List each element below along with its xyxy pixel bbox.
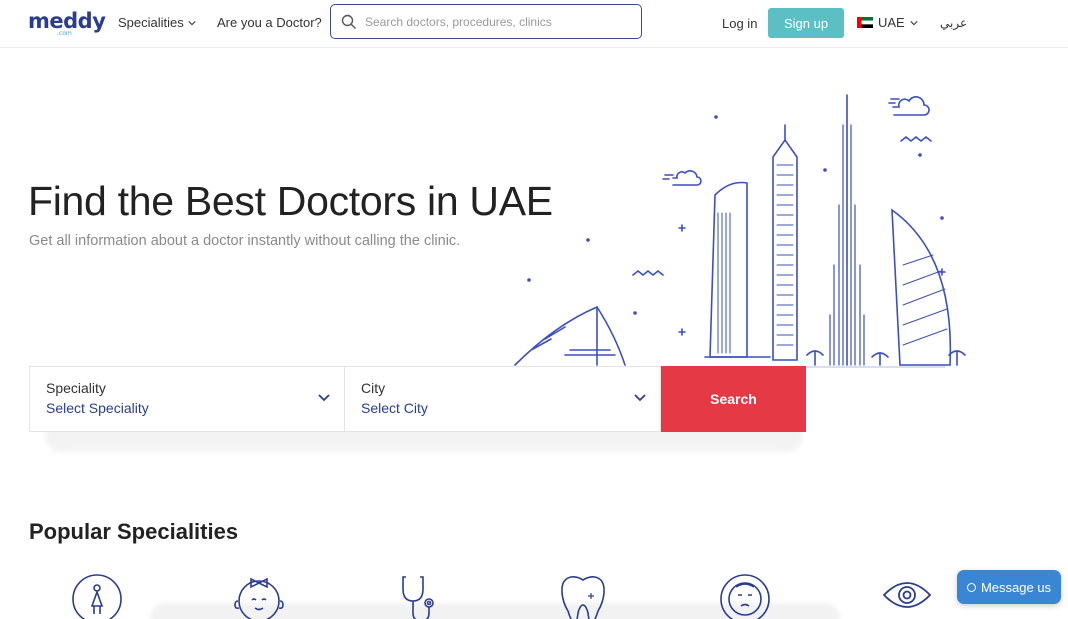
city-value: Select City — [361, 400, 428, 416]
popular-specialities-title: Popular Specialities — [29, 519, 239, 544]
eye-icon[interactable] — [881, 573, 933, 619]
city-select[interactable]: City Select City — [345, 366, 661, 432]
language-toggle[interactable]: عربي — [940, 16, 967, 30]
obstetrics-icon[interactable] — [71, 573, 123, 619]
nav-are-you-doctor-label: Are you a Doctor? — [217, 15, 322, 30]
meddy-logo[interactable]: meddy .com — [28, 10, 106, 40]
city-label: City — [361, 380, 386, 396]
search-form: Speciality Select Speciality City Select… — [29, 366, 806, 432]
header-search[interactable] — [330, 4, 642, 39]
speciality-label: Speciality — [46, 380, 106, 396]
uae-flag-icon — [857, 17, 873, 28]
message-us-button[interactable]: Message us — [957, 570, 1061, 604]
hero-title: Find the Best Doctors in UAE — [28, 178, 553, 224]
speciality-select[interactable]: Speciality Select Speciality — [29, 366, 345, 432]
country-label: UAE — [878, 15, 905, 30]
search-icon — [341, 14, 356, 29]
face-icon[interactable] — [719, 573, 771, 619]
site-header: meddy .com Specialities Are you a Doctor… — [0, 0, 1068, 48]
stethoscope-icon[interactable] — [396, 573, 448, 619]
chevron-down-icon — [188, 20, 196, 25]
dubai-skyline-illustration — [514, 94, 966, 368]
nav-are-you-doctor[interactable]: Are you a Doctor? — [217, 15, 322, 30]
logo-sub: .com — [57, 30, 72, 37]
speciality-value: Select Speciality — [46, 400, 149, 416]
message-us-label: Message us — [980, 579, 1052, 595]
search-button[interactable]: Search — [661, 366, 806, 432]
baby-icon[interactable] — [233, 573, 285, 619]
chevron-down-icon — [634, 394, 646, 402]
chevron-down-icon — [910, 20, 918, 25]
chat-icon — [966, 582, 976, 592]
nav-specialities[interactable]: Specialities — [118, 15, 196, 30]
tooth-icon[interactable] — [557, 573, 609, 619]
nav-specialities-label: Specialities — [118, 15, 184, 30]
signup-button[interactable]: Sign up — [768, 8, 844, 38]
hero-subtitle: Get all information about a doctor insta… — [29, 233, 461, 249]
login-link[interactable]: Log in — [722, 16, 757, 31]
search-input[interactable] — [365, 14, 625, 29]
chevron-down-icon — [318, 394, 330, 402]
country-selector[interactable]: UAE — [857, 15, 918, 30]
